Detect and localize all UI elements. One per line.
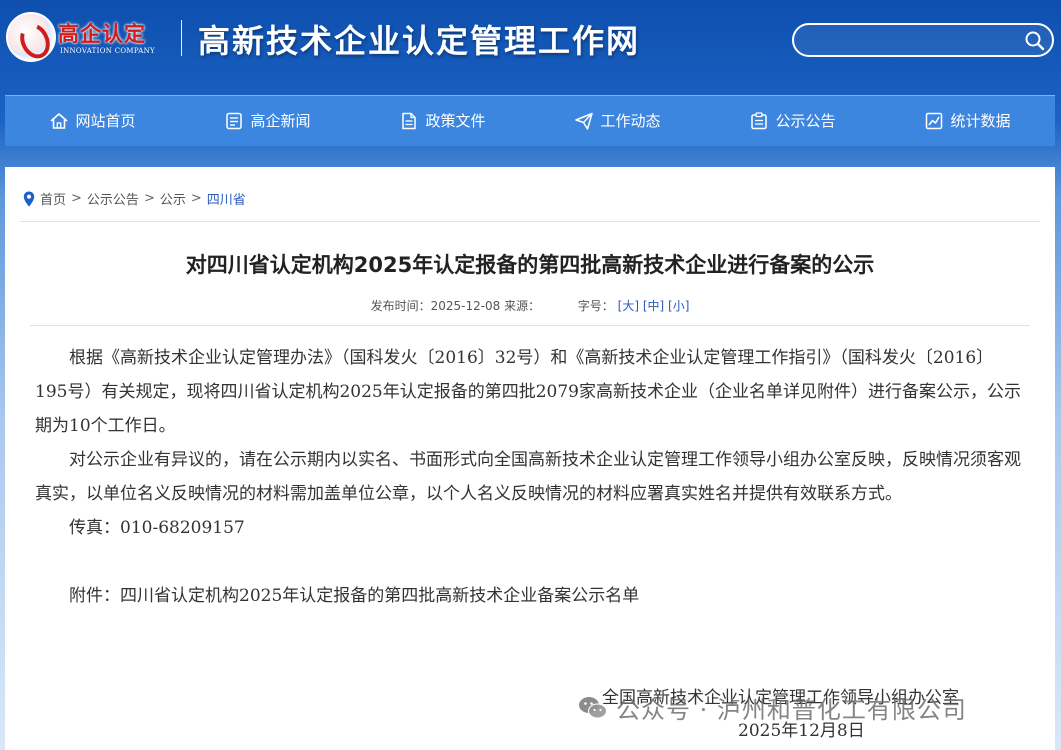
main-nav: 网站首页 高企新闻 政策文件 工作动态 公示公告 统计数据 — [5, 95, 1055, 146]
article-meta: 发布时间：2025-12-08 来源： 字号： [大] [中] [小] — [5, 297, 1055, 314]
publish-info: 发布时间：2025-12-08 来源： — [370, 299, 541, 313]
nav-label-news: 高企新闻 — [250, 112, 311, 130]
document-icon — [402, 112, 417, 129]
logo-text-cn: 高企认定 — [58, 22, 146, 46]
body-paragraph: 对公示企业有异议的，请在公示期内以实名、书面形式向全国高新技术企业认定管理工作领… — [35, 450, 1021, 504]
signature-date: 2025年12月8日 — [738, 721, 865, 741]
fax-line: 传真：010-68209157 — [69, 518, 245, 538]
nav-label-announcement: 公示公告 — [775, 112, 836, 130]
nav-item-announcement[interactable]: 公示公告 — [705, 95, 880, 146]
nav-item-home[interactable]: 网站首页 — [5, 95, 180, 146]
search-icon[interactable] — [1024, 30, 1046, 52]
nav-item-news[interactable]: 高企新闻 — [180, 95, 355, 146]
article-body: 根据《高新技术企业认定管理办法》（国科发火〔2016〕32号）和《高新技术企业认… — [35, 341, 1025, 613]
logo-text-en: INNOVATION COMPANY — [60, 47, 155, 55]
home-icon — [50, 112, 69, 129]
logo-emblem-icon — [6, 12, 56, 62]
nav-label-stats: 统计数据 — [950, 112, 1011, 130]
nav-item-policy[interactable]: 政策文件 — [355, 95, 530, 146]
breadcrumb-sichuan[interactable]: 四川省 — [207, 189, 246, 208]
font-size-large-button[interactable]: [大] — [618, 299, 639, 313]
nav-label-home: 网站首页 — [75, 112, 136, 130]
divider-line — [20, 221, 1040, 222]
attachment-link[interactable]: 附件：四川省认定机构2025年认定报备的第四批高新技术企业备案公示名单 — [35, 579, 1025, 613]
site-header: 高企认定 INNOVATION COMPANY 高新技术企业认定管理工作网 — [0, 0, 1061, 88]
nav-label-policy: 政策文件 — [425, 112, 486, 130]
breadcrumb-separator: > — [190, 191, 202, 206]
nav-item-stats[interactable]: 统计数据 — [880, 95, 1055, 146]
site-title: 高新技术企业认定管理工作网 — [198, 22, 641, 60]
location-pin-icon — [23, 191, 35, 206]
breadcrumb: 首页 > 公示公告 > 公示 > 四川省 — [23, 189, 246, 208]
paper-plane-icon — [575, 112, 594, 130]
breadcrumb-home[interactable]: 首页 — [40, 189, 66, 208]
wechat-icon — [579, 696, 607, 718]
breadcrumb-notice[interactable]: 公示 — [160, 189, 186, 208]
font-size-medium-button[interactable]: [中] — [643, 299, 664, 313]
header-divider — [181, 20, 182, 56]
body-paragraph: 根据《高新技术企业认定管理办法》（国科发火〔2016〕32号）和《高新技术企业认… — [35, 348, 1021, 436]
announcement-icon — [751, 111, 768, 129]
breadcrumb-separator: > — [71, 191, 82, 206]
search-box — [792, 23, 1054, 57]
divider-line — [30, 325, 1030, 326]
chart-icon — [926, 112, 943, 129]
breadcrumb-separator: > — [143, 191, 155, 206]
breadcrumb-announcements[interactable]: 公示公告 — [87, 189, 139, 208]
font-size-label: 字号： — [577, 299, 614, 313]
site-logo[interactable]: 高企认定 INNOVATION COMPANY — [6, 12, 176, 68]
nav-label-work: 工作动态 — [600, 112, 661, 130]
font-size-small-button[interactable]: [小] — [668, 299, 689, 313]
content-panel: 首页 > 公示公告 > 公示 > 四川省 对四川省认定机构2025年认定报备的第… — [5, 167, 1055, 750]
news-icon — [226, 112, 243, 129]
nav-item-work[interactable]: 工作动态 — [530, 95, 705, 146]
search-input[interactable] — [806, 30, 1020, 52]
article-title: 对四川省认定机构2025年认定报备的第四批高新技术企业进行备案的公示 — [185, 253, 875, 277]
